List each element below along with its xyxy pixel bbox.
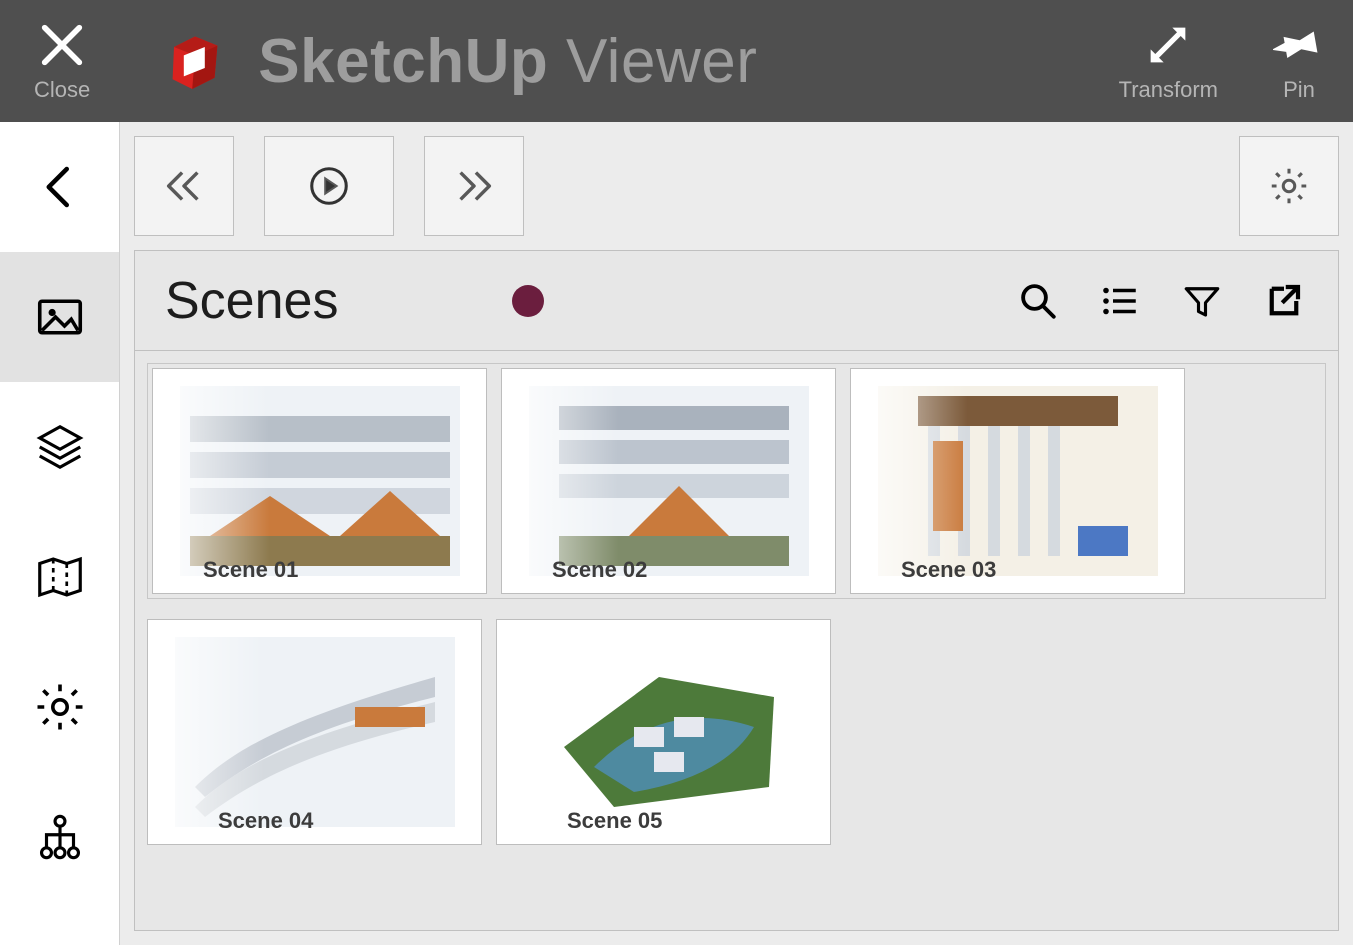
sidebar-collapse-button[interactable]	[0, 122, 119, 252]
panel-title: Scenes	[165, 271, 338, 331]
pin-label: Pin	[1283, 77, 1315, 103]
titlebar-right: Transform Pin	[1119, 19, 1325, 103]
filter-button[interactable]	[1178, 277, 1226, 325]
chevron-left-icon	[33, 160, 87, 214]
transform-icon	[1142, 19, 1194, 71]
app-name-light: Viewer	[566, 27, 757, 96]
scene-thumb-art	[175, 637, 455, 827]
scene-thumb-label: Scene 02	[552, 557, 647, 583]
app-title: SketchUp Viewer	[258, 26, 757, 97]
search-icon	[1017, 280, 1059, 322]
image-icon	[33, 290, 87, 344]
scene-thumb-05[interactable]: Scene 05	[496, 619, 831, 845]
recording-indicator-icon	[512, 285, 544, 317]
scene-thumb-art	[878, 386, 1158, 576]
open-external-button[interactable]	[1260, 277, 1308, 325]
scene-thumb-02[interactable]: Scene 02	[501, 368, 836, 594]
skip-back-icon	[161, 163, 207, 209]
play-icon	[306, 163, 352, 209]
scene-thumb-art	[529, 386, 809, 576]
scenes-panel: Scenes	[134, 250, 1339, 931]
main-area: Scenes	[0, 122, 1353, 945]
sidebar-item-map[interactable]	[0, 512, 119, 642]
skip-forward-icon	[451, 163, 497, 209]
playback-toolbar	[134, 136, 1339, 236]
titlebar: Close SketchUp Viewer Transform	[0, 0, 1353, 122]
layers-icon	[33, 420, 87, 474]
app-title-area: SketchUp Viewer	[160, 26, 757, 97]
map-icon	[33, 550, 87, 604]
titlebar-left: Close SketchUp Viewer	[34, 19, 757, 103]
pin-icon	[1273, 19, 1325, 71]
scene-thumb-label: Scene 05	[567, 808, 662, 834]
close-button[interactable]: Close	[34, 19, 90, 103]
transform-label: Transform	[1119, 77, 1218, 103]
sidebar-item-settings[interactable]	[0, 642, 119, 772]
transform-button[interactable]: Transform	[1119, 19, 1218, 103]
scene-thumb-label: Scene 01	[203, 557, 298, 583]
panel-body: Scene 01	[135, 351, 1338, 857]
scene-settings-button[interactable]	[1239, 136, 1339, 236]
pin-button[interactable]: Pin	[1273, 19, 1325, 103]
scene-thumb-03[interactable]: Scene 03	[850, 368, 1185, 594]
gear-icon	[33, 680, 87, 734]
sidebar-item-scenes[interactable]	[0, 252, 119, 382]
app-name-bold: SketchUp	[258, 27, 548, 96]
filter-icon	[1181, 280, 1223, 322]
scene-thumb-01[interactable]: Scene 01	[152, 368, 487, 594]
scene-thumb-label: Scene 04	[218, 808, 313, 834]
play-button[interactable]	[264, 136, 394, 236]
scene-thumb-art	[524, 637, 804, 827]
panel-header: Scenes	[135, 251, 1338, 351]
search-button[interactable]	[1014, 277, 1062, 325]
scene-row-2: Scene 04	[147, 619, 1326, 845]
sidebar-item-outliner[interactable]	[0, 772, 119, 902]
panel-inner: Scene 01	[147, 363, 1326, 599]
scene-thumb-label: Scene 03	[901, 557, 996, 583]
sketchup-logo-icon	[160, 26, 230, 96]
close-icon	[36, 19, 88, 71]
list-icon	[1099, 280, 1141, 322]
open-external-icon	[1263, 280, 1305, 322]
scene-thumb-04[interactable]: Scene 04	[147, 619, 482, 845]
next-scene-button[interactable]	[424, 136, 524, 236]
content-area: Scenes	[120, 122, 1353, 945]
sidebar-item-layers[interactable]	[0, 382, 119, 512]
sidebar	[0, 122, 120, 945]
gear-icon	[1266, 163, 1312, 209]
scene-row-1: Scene 01	[152, 368, 1321, 594]
hierarchy-icon	[33, 810, 87, 864]
list-view-button[interactable]	[1096, 277, 1144, 325]
scene-thumb-art	[180, 386, 460, 576]
previous-scene-button[interactable]	[134, 136, 234, 236]
close-label: Close	[34, 77, 90, 103]
